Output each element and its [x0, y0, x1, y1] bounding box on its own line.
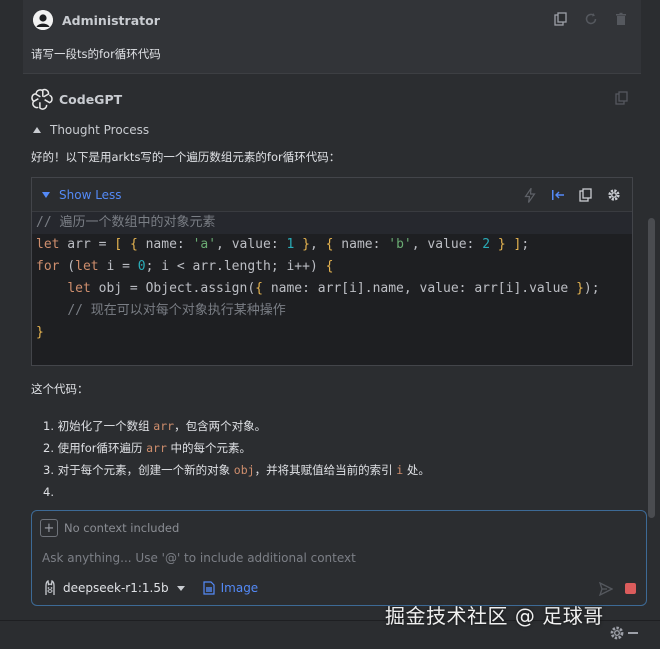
user-header: Administrator: [33, 10, 160, 30]
code-toolbar: Show Less: [32, 178, 632, 212]
show-less-toggle[interactable]: Show Less: [42, 188, 122, 202]
list-item: 4.: [43, 485, 54, 499]
copy-icon[interactable]: [553, 11, 569, 27]
chat-input-box: + No context included deepseek-r1:1.5b I…: [31, 510, 647, 606]
scrollbar[interactable]: [648, 218, 655, 518]
list-item: 3. 对于每个元素，创建一个新的对象 obj，并将其赋值给当前的索引 i 处。: [43, 463, 430, 477]
assistant-message-block: CodeGPT Thought Process 好的！以下是用arkts写的一个…: [23, 74, 641, 504]
chevron-down-icon: [176, 585, 185, 591]
copy-response-icon[interactable]: [615, 91, 629, 108]
inline-code: obj: [233, 463, 255, 477]
settings-gear-icon[interactable]: [606, 187, 622, 203]
user-message-block: Administrator 请写一段ts的for循环代码: [23, 0, 641, 74]
code-line: let arr = [ { name: 'a', value: 1 }, { n…: [36, 237, 530, 252]
inline-code: arr: [146, 441, 167, 455]
expand-triangle-icon: [42, 192, 50, 198]
watermark: 掘金技术社区 @ 足球哥: [385, 604, 604, 628]
inline-code: arr: [153, 419, 175, 433]
left-gutter: [0, 0, 23, 620]
context-status: No context included: [64, 521, 180, 535]
delete-icon[interactable]: [613, 11, 629, 27]
send-icon: [599, 582, 613, 596]
user-message-actions: [553, 11, 629, 27]
model-selector[interactable]: deepseek-r1:1.5b: [58, 581, 185, 595]
code-line: // 现在可以对每个对象执行某种操作: [67, 303, 286, 318]
thought-process-toggle[interactable]: Thought Process: [33, 123, 149, 137]
show-less-label: Show Less: [59, 188, 122, 202]
regenerate-icon[interactable]: [583, 11, 599, 27]
ollama-llama-icon: [42, 580, 58, 596]
insert-at-cursor-icon[interactable]: [550, 187, 566, 203]
gear-icon[interactable]: [609, 625, 625, 641]
user-message-text: 请写一段ts的for循环代码: [31, 47, 161, 61]
image-file-icon: [203, 581, 215, 595]
context-row: + No context included: [40, 519, 179, 537]
collapse-triangle-icon: [33, 127, 41, 133]
assistant-name: CodeGPT: [59, 91, 123, 107]
code-line: for (let i = 0; i < arr.length; i++) {: [36, 259, 334, 274]
send-button[interactable]: [598, 581, 614, 597]
assistant-header: CodeGPT: [31, 88, 122, 110]
thought-process-label: Thought Process: [50, 123, 150, 137]
code-line: // 遍历一个数组中的对象元素: [32, 212, 632, 234]
explanation-list: 1. 初始化了一个数组 arr，包含两个对象。 2. 使用for循环遍历 arr…: [43, 415, 430, 503]
prompt-input[interactable]: [42, 548, 602, 568]
lightning-icon[interactable]: [522, 187, 538, 203]
add-context-button[interactable]: +: [40, 519, 58, 537]
code-block: Show Less // 遍历一个数组中的对象元素 let arr = [{…: [31, 177, 633, 366]
minimize-icon[interactable]: [628, 632, 638, 634]
user-avatar-icon: [33, 10, 53, 30]
image-label: Image: [220, 581, 259, 595]
model-row: deepseek-r1:1.5b Image: [42, 580, 258, 596]
copy-code-icon[interactable]: [578, 187, 594, 203]
list-item: 2. 使用for循环遍历 arr 中的每个元素。: [43, 441, 252, 455]
openai-logo-icon: [31, 88, 53, 110]
code-line: }: [36, 325, 44, 340]
list-item: 1. 初始化了一个数组 arr，包含两个对象。: [43, 419, 267, 433]
attach-image-button[interactable]: Image: [203, 581, 259, 595]
stop-button[interactable]: [625, 583, 636, 594]
model-name: deepseek-r1:1.5b: [63, 581, 169, 595]
assistant-intro-text: 好的！以下是用arkts写的一个遍历数组元素的for循环代码：: [31, 150, 341, 164]
user-name: Administrator: [62, 12, 160, 28]
code-tools: [522, 187, 622, 203]
code-content[interactable]: // 遍历一个数组中的对象元素 let arr = [ { name: 'a',…: [32, 212, 632, 366]
code-line: let obj = Object.assign({ name: arr[i].n…: [67, 281, 600, 296]
chat-panel: Administrator 请写一段ts的for循环代码 CodeGPT Tho…: [0, 0, 660, 649]
explanation-title: 这个代码：: [31, 382, 89, 396]
